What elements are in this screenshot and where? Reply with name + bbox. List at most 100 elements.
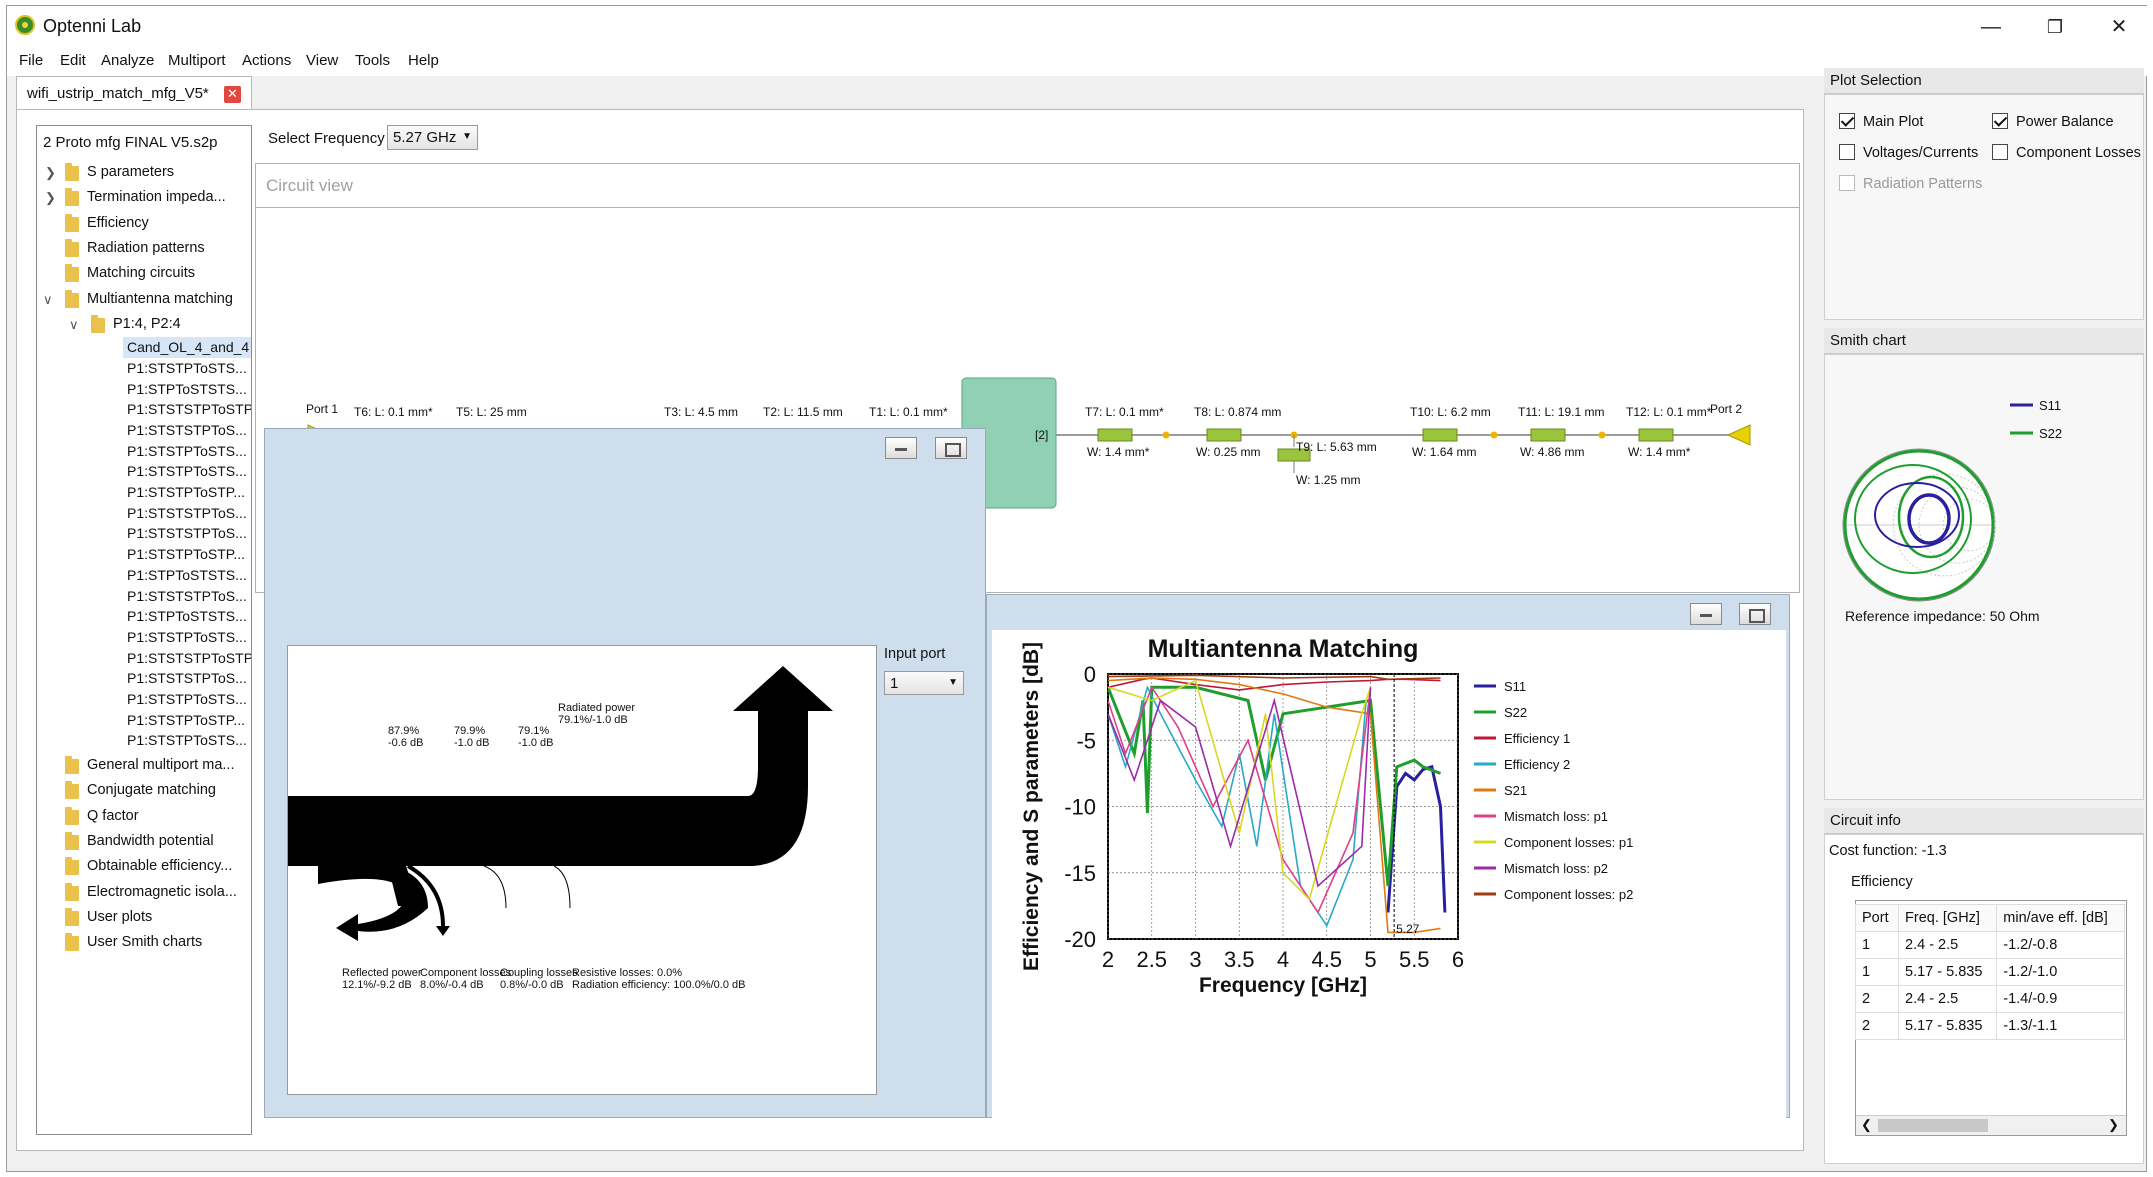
tree-subgroup[interactable]: ∨ P1:4, P2:4 <box>37 312 251 337</box>
radiation-patterns-checkbox[interactable] <box>1839 175 1855 191</box>
input-port-select[interactable]: 1 ▼ <box>884 671 964 695</box>
component-losses-checkbox[interactable] <box>1992 144 2008 160</box>
tree-item[interactable]: Bandwidth potential <box>37 829 251 854</box>
reference-impedance-label: Reference impedance: 50 Ohm <box>1845 608 2040 624</box>
tab-close-icon[interactable]: ✕ <box>224 86 241 103</box>
tree-root-label[interactable]: 2 Proto mfg FINAL V5.s2p <box>43 134 218 151</box>
tree-item[interactable]: Obtainable efficiency... <box>37 854 251 879</box>
chevron-down-icon[interactable]: ∨ <box>69 312 79 337</box>
folder-icon <box>91 314 105 333</box>
table-row[interactable]: 2 2.4 - 2.5 -1.4/-0.9 <box>1854 985 2125 1013</box>
document-tab[interactable]: wifi_ustrip_match_mfg_V5* ✕ <box>16 76 252 110</box>
tree-leaf[interactable]: Cand_OL_4_and_4 <box>123 337 251 359</box>
tree-item-label: General multiport ma... <box>87 757 235 774</box>
voltages-currents-checkbox[interactable] <box>1839 144 1855 160</box>
chevron-down-icon[interactable]: ∨ <box>43 287 53 312</box>
segment-width-label: W: 1.4 mm* <box>1628 445 1691 459</box>
table-row[interactable]: 1 5.17 - 5.835 -1.2/-1.0 <box>1854 958 2125 986</box>
tree-leaf[interactable]: P1:STSTPToSTS... <box>123 730 251 751</box>
menu-view[interactable]: View <box>306 52 338 69</box>
tree-item-label: Bandwidth potential <box>87 833 214 849</box>
main-plot-minimize-button[interactable] <box>1690 603 1722 625</box>
main-plot-checkbox[interactable] <box>1839 113 1855 129</box>
document-tab-label: wifi_ustrip_match_mfg_V5* <box>27 85 209 102</box>
radiated-power-value: 79.1%/-1.0 dB <box>558 714 628 726</box>
tree-leaf[interactable]: P1:STSTSTPToS... <box>123 523 251 544</box>
x-tick-label: 3.5 <box>1224 947 1255 972</box>
coupling-losses-label: Coupling losses <box>500 967 578 979</box>
tree-leaf[interactable]: P1:STSTPToSTP... <box>123 544 251 565</box>
tree-leaf[interactable]: P1:STSTPToSTS... <box>123 441 251 462</box>
tree-item[interactable]: ❯ S parameters <box>37 160 251 185</box>
circuit-view-header: Circuit view <box>256 164 1799 208</box>
column-header[interactable]: min/ave eff. [dB] <box>1996 904 2125 932</box>
reflected-power-value: 12.1%/-9.2 dB <box>342 979 412 991</box>
folder-icon <box>65 933 79 952</box>
main-plot: Multiantenna Matching 2 2.5 3 3.5 4 4.5 5 5.5 6 0 -… <box>992 630 1786 1118</box>
tree-item[interactable]: User Smith charts <box>37 930 251 955</box>
frequency-select[interactable]: 5.27 GHz ▼ <box>387 125 478 150</box>
horizontal-scrollbar[interactable]: ❮ ❯ <box>1856 1115 2126 1135</box>
tree-item[interactable]: Conjugate matching <box>37 778 251 803</box>
tree-item[interactable]: ❯ Termination impeda... <box>37 185 251 210</box>
tree-item[interactable]: General multiport ma... <box>37 753 251 778</box>
menu-help[interactable]: Help <box>408 52 439 69</box>
tree-item[interactable]: User plots <box>37 905 251 930</box>
column-header[interactable]: Port <box>1854 904 1900 932</box>
menu-multiport[interactable]: Multiport <box>168 52 226 69</box>
legend-label: S21 <box>1504 783 1527 798</box>
tree-item[interactable]: Radiation patterns <box>37 236 251 261</box>
scroll-thumb[interactable] <box>1878 1119 1988 1132</box>
tree-leaf[interactable]: P1:STSTSTPToS... <box>123 586 251 607</box>
tree-leaf[interactable]: P1:STSTPToSTS... <box>123 461 251 482</box>
tree-leaf[interactable]: P1:STSTSTPToS... <box>123 420 251 441</box>
tree-item-label: Matching circuits <box>87 265 195 282</box>
scroll-left-icon[interactable]: ❮ <box>1861 1117 1872 1133</box>
radiated-power-label: Radiated power <box>558 702 635 714</box>
tree-leaf[interactable]: P1:STPToSTSTS... <box>123 379 251 400</box>
column-header[interactable]: Freq. [GHz] <box>1898 904 1998 932</box>
tree-leaf[interactable]: P1:STPToSTSTS... <box>123 606 251 627</box>
x-tick-label: 2.5 <box>1136 947 1167 972</box>
table-row[interactable]: 1 2.4 - 2.5 -1.2/-0.8 <box>1854 931 2125 959</box>
tree-leaf[interactable]: P1:STSTPToSTS... <box>123 358 251 379</box>
tree-leaf[interactable]: P1:STSTSTPToS... <box>123 668 251 689</box>
table-row[interactable]: 2 5.17 - 5.835 -1.3/-1.1 <box>1854 1012 2125 1040</box>
tree-item[interactable]: ∨ Multiantenna matching <box>37 287 251 312</box>
tree-leaf[interactable]: P1:STSTPToSTP... <box>123 710 251 731</box>
frequency-value: 5.27 GHz <box>393 129 457 146</box>
tree-item-label: Q factor <box>87 807 139 824</box>
menu-edit[interactable]: Edit <box>60 52 86 69</box>
tree-item[interactable]: Q factor <box>37 804 251 829</box>
power-balance-checkbox[interactable] <box>1992 113 2008 129</box>
menu-file[interactable]: File <box>19 52 43 69</box>
chevron-right-icon[interactable]: ❯ <box>45 160 56 185</box>
close-button[interactable]: ✕ <box>2093 12 2145 44</box>
power-balance-minimize-button[interactable] <box>885 437 917 459</box>
segment-width-label: W: 0.25 mm <box>1196 445 1260 459</box>
minimize-button[interactable]: — <box>1965 12 2017 44</box>
tree-leaf[interactable]: P1:STSTSTPToSTP... <box>123 648 251 669</box>
main-plot-maximize-button[interactable] <box>1739 603 1771 625</box>
chevron-right-icon[interactable]: ❯ <box>45 185 56 210</box>
menu-actions[interactable]: Actions <box>242 52 291 69</box>
tree-item[interactable]: Matching circuits <box>37 261 251 286</box>
port2-marker-icon <box>1726 424 1751 446</box>
tree-leaf[interactable]: P1:STSTPToSTS... <box>123 627 251 648</box>
tree-leaf[interactable]: P1:STSTSTPToSTP... <box>123 399 251 420</box>
power-balance-maximize-button[interactable] <box>935 437 967 459</box>
menu-tools[interactable]: Tools <box>355 52 390 69</box>
tree-leaf[interactable]: P1:STSTSTPToS... <box>123 503 251 524</box>
resistive-loss-arrow <box>553 865 571 909</box>
scroll-right-icon[interactable]: ❯ <box>2108 1117 2119 1133</box>
restore-button[interactable]: ❐ <box>2029 12 2081 44</box>
tree-item-label: Obtainable efficiency... <box>87 858 233 875</box>
tree-leaf[interactable]: P1:STSTPToSTP... <box>123 482 251 503</box>
tree-leaf[interactable]: P1:STPToSTSTS... <box>123 565 251 586</box>
tree-item[interactable]: Electromagnetic isola... <box>37 880 251 905</box>
tree-leaf[interactable]: P1:STSTPToSTS... <box>123 689 251 710</box>
tree-item[interactable]: Efficiency <box>37 211 251 236</box>
chevron-down-icon: ▼ <box>462 131 472 142</box>
menu-analyze[interactable]: Analyze <box>101 52 154 69</box>
smith-chart-panel: S11 S22 Reference impedance: 50 Ohm <box>1824 354 2144 800</box>
